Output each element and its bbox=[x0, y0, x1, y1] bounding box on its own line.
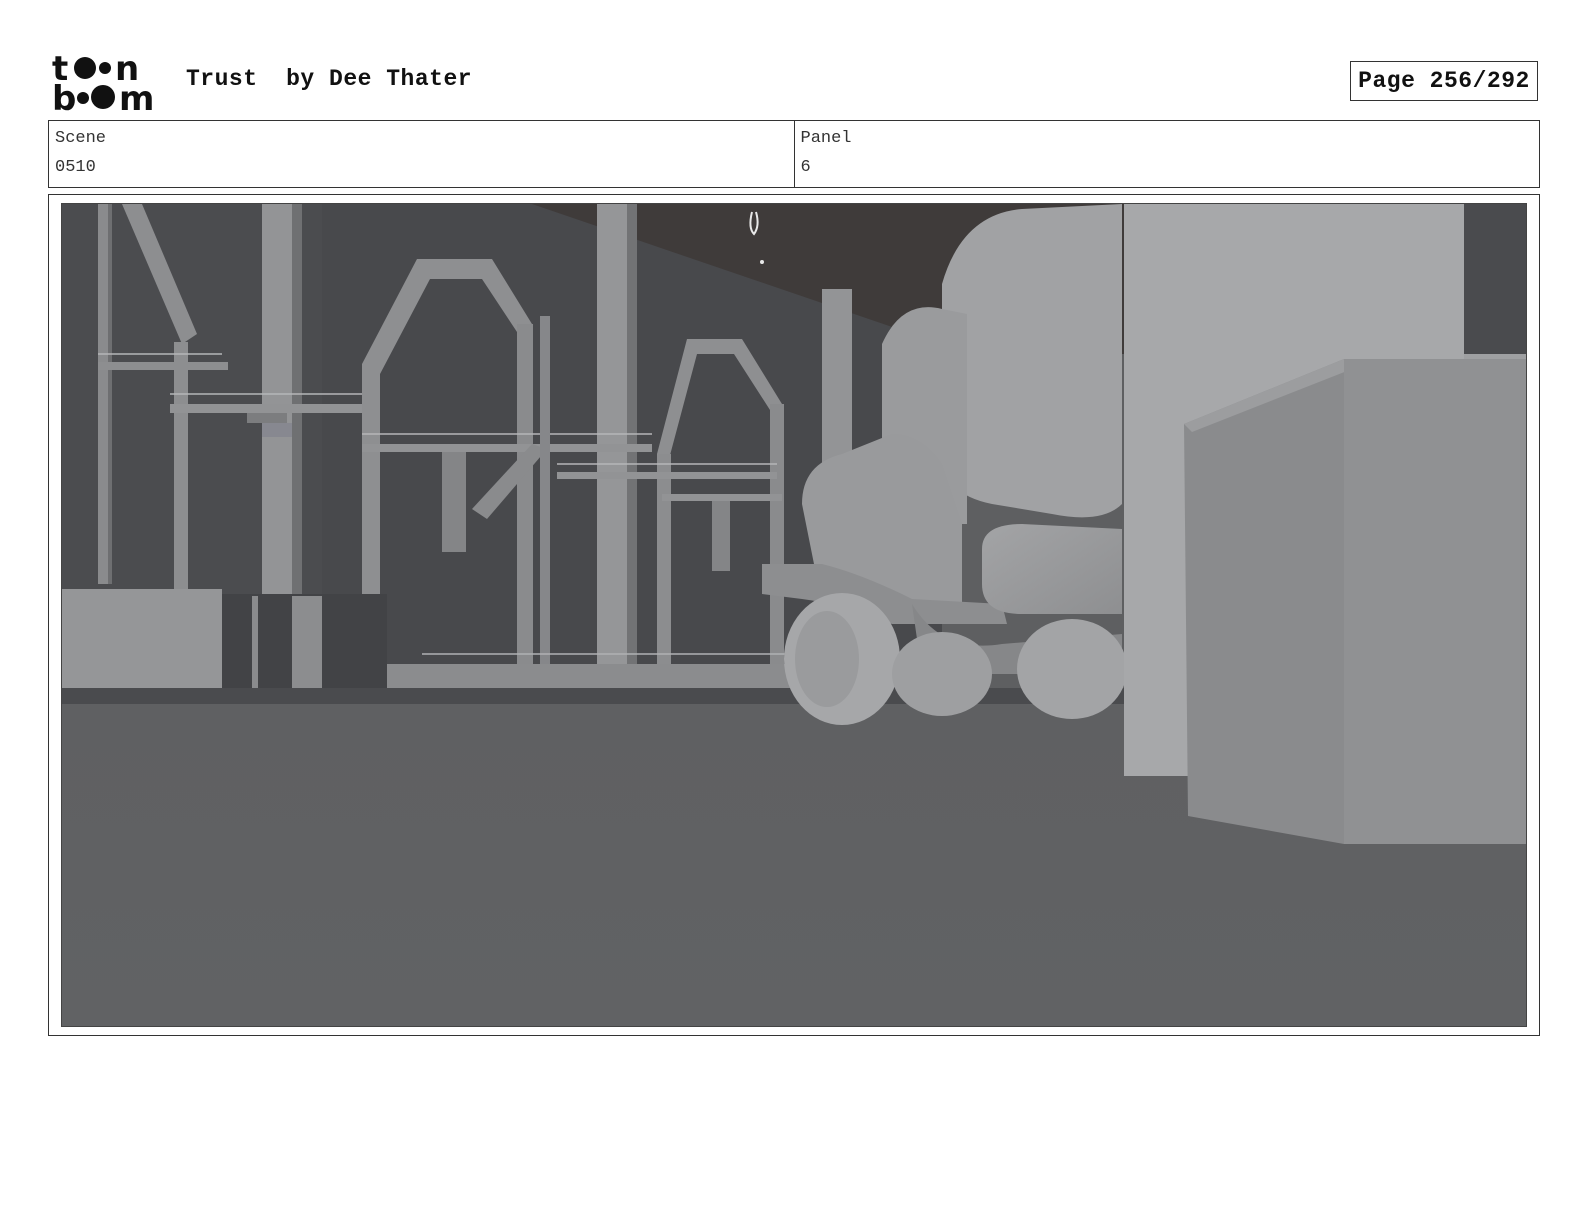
panel-cell: Panel 6 bbox=[793, 121, 1540, 187]
scene-value: 0510 bbox=[55, 158, 96, 177]
scene-panel-info: Scene 0510 Panel 6 bbox=[48, 120, 1540, 188]
scene-cell: Scene 0510 bbox=[49, 121, 794, 187]
storyboard-title: Trust by Dee Thater bbox=[186, 66, 473, 92]
page-indicator-text: Page 256/292 bbox=[1358, 68, 1530, 94]
svg-text:m: m bbox=[119, 79, 154, 112]
scene-label: Scene bbox=[55, 129, 107, 148]
panel-value: 6 bbox=[800, 158, 811, 177]
panel-label: Panel bbox=[800, 129, 852, 148]
page-indicator: Page 256/292 bbox=[1350, 61, 1538, 101]
svg-text:b: b bbox=[52, 79, 76, 112]
panel-image bbox=[61, 203, 1527, 1027]
storyboard-render-image bbox=[62, 204, 1526, 1026]
panel-frame bbox=[48, 194, 1540, 1036]
toonboom-logo-icon: t n b m bbox=[52, 50, 154, 112]
